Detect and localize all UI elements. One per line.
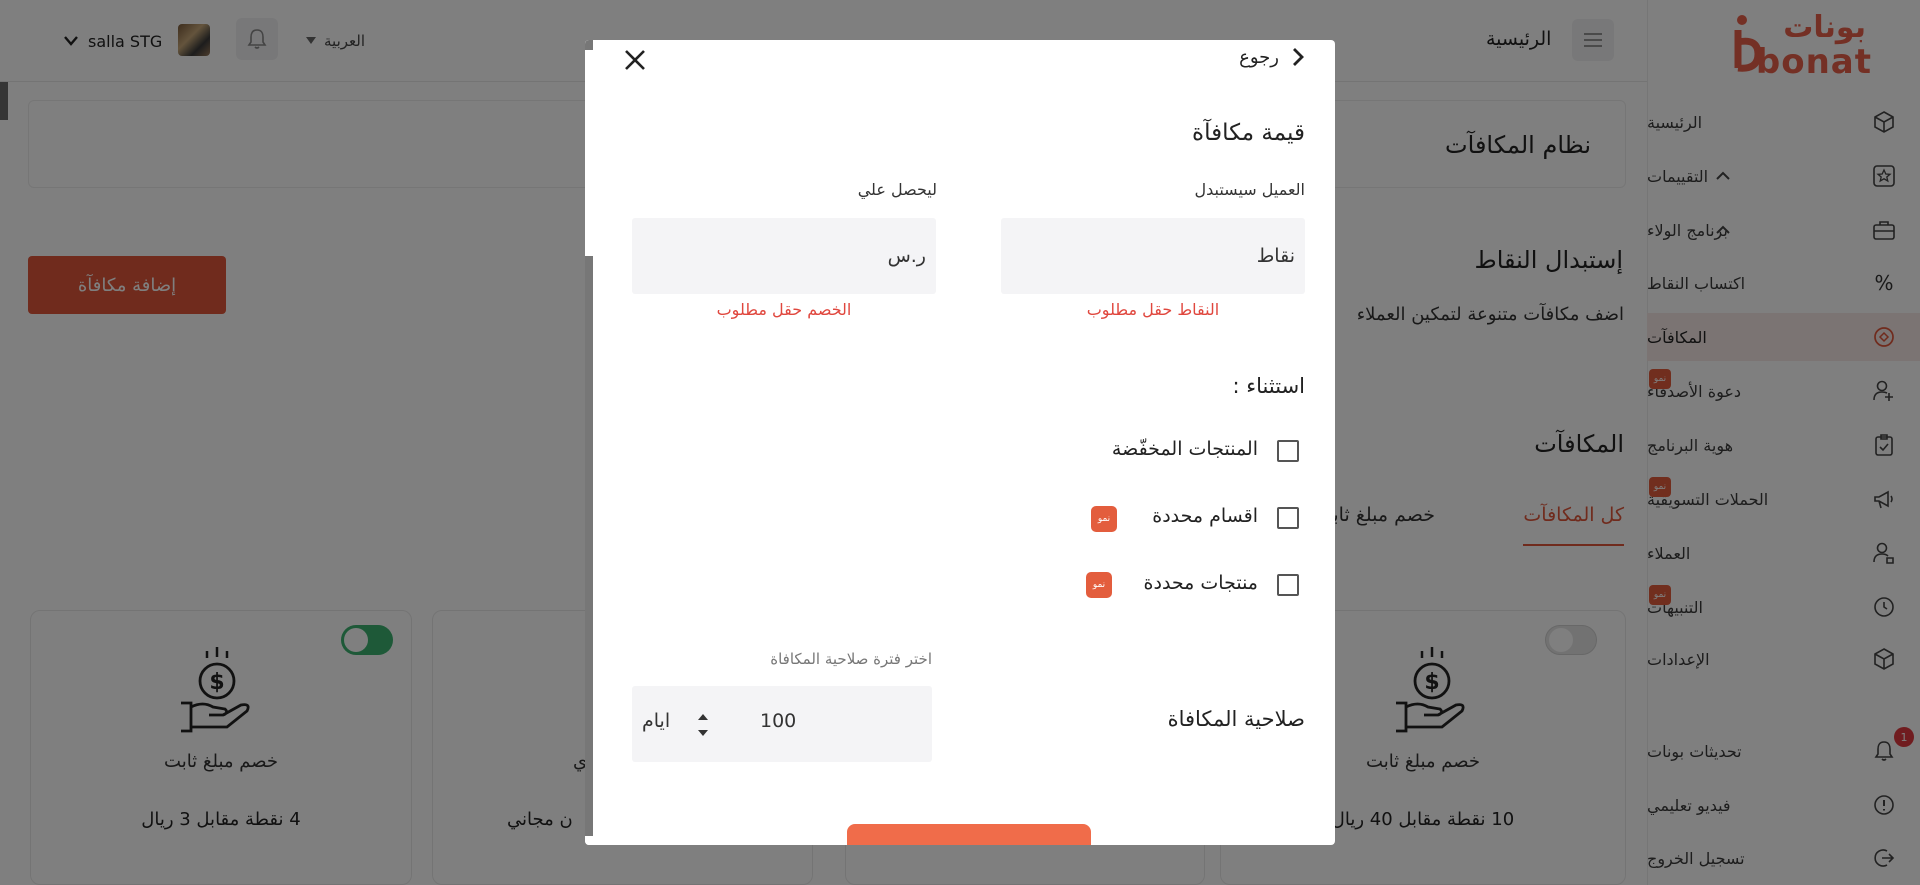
validity-hint: اختر فترة صلاحية المكافاة	[770, 650, 932, 668]
discount-currency: ر.س	[887, 245, 926, 267]
exclude-products-checkbox[interactable]	[1277, 574, 1299, 596]
points-input[interactable]: نقاط	[1001, 218, 1305, 294]
chevron-right-icon	[1293, 48, 1304, 66]
close-icon[interactable]	[623, 48, 647, 72]
growth-badge: نمو	[1086, 572, 1112, 598]
validity-input[interactable]: 100 ايام	[632, 686, 932, 762]
gets-label: ليحصل علي	[857, 180, 937, 199]
back-button[interactable]: رجوع	[1239, 46, 1305, 68]
modal-scrollbar-edge	[585, 40, 593, 50]
discount-error: الخصم حقل مطلوب	[716, 300, 852, 319]
points-input-value: نقاط	[1256, 245, 1295, 267]
reward-value-title: قيمة مكافآة	[1192, 120, 1305, 146]
growth-badge: نمو	[1091, 506, 1117, 532]
exclude-categories-checkbox[interactable]	[1277, 507, 1299, 529]
validity-title: صلاحية المكافاة	[1167, 707, 1305, 731]
validity-unit: ايام	[642, 710, 671, 732]
exclude-products-label[interactable]: منتجات محددة	[1144, 572, 1258, 594]
validity-value: 100	[760, 710, 797, 732]
exclude-discounted-products-checkbox[interactable]	[1277, 440, 1299, 462]
number-stepper-icon[interactable]	[696, 710, 710, 740]
exception-title: استثناء :	[1232, 374, 1305, 398]
exclude-categories-label[interactable]: اقسام محددة	[1152, 505, 1258, 527]
modal-scrollbar-thumb[interactable]	[586, 50, 592, 256]
modal-scrollbar-edge	[585, 256, 593, 836]
discount-input[interactable]: ر.س	[632, 218, 936, 294]
save-button[interactable]	[847, 824, 1091, 845]
points-error: النقاط حقل مطلوب	[1086, 300, 1220, 319]
reward-value-modal: رجوع قيمة مكافآة العميل سيستبدل نقاط الن…	[585, 40, 1335, 845]
customer-redeems-label: العميل سيستبدل	[1194, 180, 1305, 199]
exclude-discounted-products-label[interactable]: المنتجات المخفّضة	[1112, 438, 1258, 460]
back-label: رجوع	[1239, 46, 1279, 68]
